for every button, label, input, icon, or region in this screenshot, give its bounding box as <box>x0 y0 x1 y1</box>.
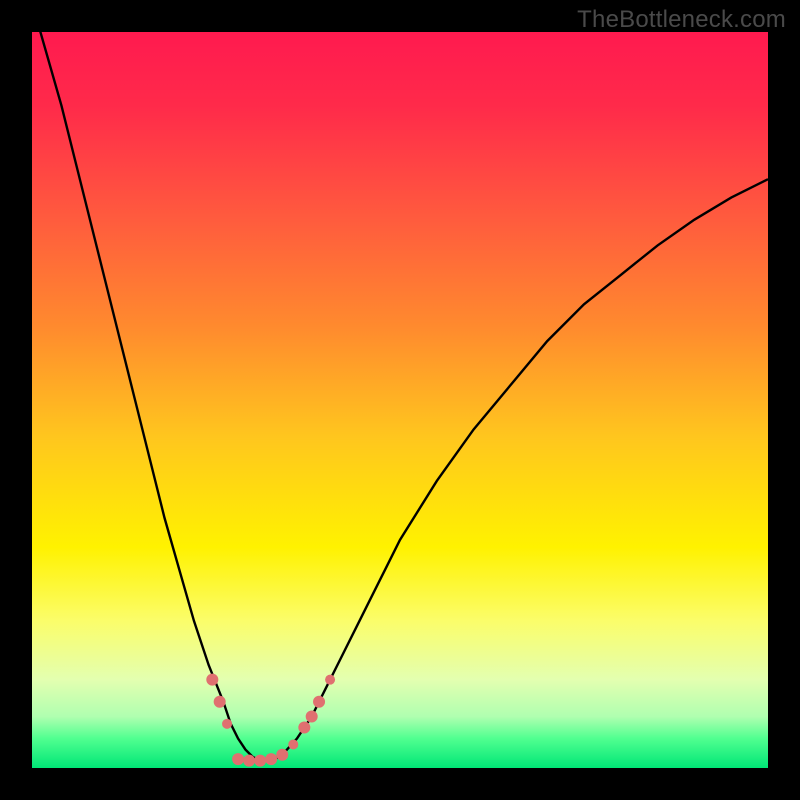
curve-marker <box>214 696 226 708</box>
bottleneck-curve <box>32 3 768 761</box>
curve-marker <box>206 674 218 686</box>
curve-markers <box>206 674 335 767</box>
curve-marker <box>254 755 266 767</box>
chart-frame: TheBottleneck.com <box>0 0 800 800</box>
curve-marker <box>222 719 232 729</box>
curve-marker <box>288 739 298 749</box>
curve-marker <box>306 710 318 722</box>
curve-marker <box>298 722 310 734</box>
curve-marker <box>265 753 277 765</box>
curve-svg <box>32 32 768 768</box>
curve-marker <box>243 755 255 767</box>
curve-marker <box>325 675 335 685</box>
curve-marker <box>232 753 244 765</box>
watermark-text: TheBottleneck.com <box>577 6 786 34</box>
plot-area <box>32 32 768 768</box>
curve-marker <box>313 696 325 708</box>
curve-marker <box>276 749 288 761</box>
